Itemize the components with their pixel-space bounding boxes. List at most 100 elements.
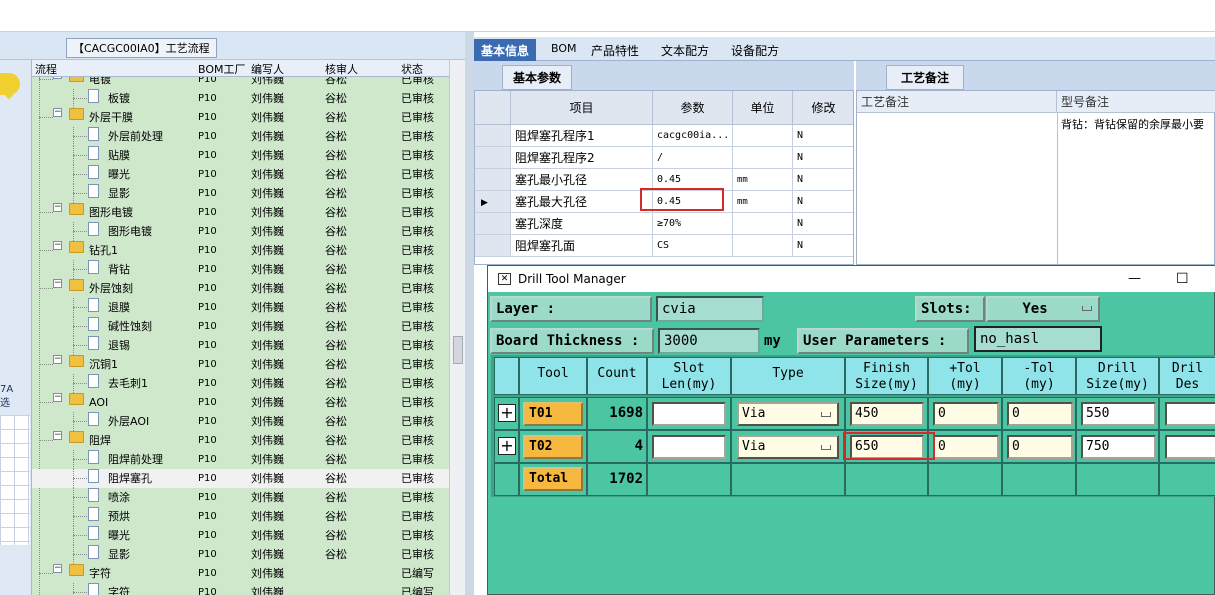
param-modified[interactable]: N [793, 213, 853, 235]
tree-scrollbar[interactable] [449, 60, 465, 595]
user-parameters-button[interactable]: User Parameters : [797, 328, 969, 354]
col-bom[interactable]: BOM工厂 [198, 61, 246, 77]
minus-tol-input[interactable]: 0 [1007, 435, 1073, 459]
param-modified[interactable]: N [793, 169, 853, 191]
slot-len-input[interactable] [652, 435, 726, 459]
tree-row[interactable]: 去毛刺1 P10 刘伟巍 谷松 已审核 [32, 374, 449, 393]
tree-row[interactable]: 退锡 P10 刘伟巍 谷松 已审核 [32, 336, 449, 355]
param-unit[interactable] [733, 235, 793, 257]
board-thickness-field[interactable]: 3000 [658, 328, 760, 354]
tree-row[interactable]: − 图形电镀 P10 刘伟巍 谷松 已审核 [32, 203, 449, 222]
minimize-icon[interactable]: — [1128, 266, 1141, 292]
tree-row[interactable]: 字符 P10 刘伟巍 已编写 [32, 583, 449, 595]
collapse-icon[interactable]: − [53, 77, 62, 79]
tree-row[interactable]: − 外层干膜 P10 刘伟巍 谷松 已审核 [32, 108, 449, 127]
tree-row[interactable]: 板镀 P10 刘伟巍 谷松 已审核 [32, 89, 449, 108]
collapse-icon[interactable]: − [53, 355, 62, 364]
collapse-icon[interactable]: − [53, 393, 62, 402]
tree-row[interactable]: 曝光 P10 刘伟巍 谷松 已审核 [32, 165, 449, 184]
slots-dropdown[interactable]: Yes [986, 296, 1100, 322]
grid-col-unit[interactable]: 单位 [733, 91, 793, 125]
plus-tol-input[interactable]: 0 [933, 435, 999, 459]
col-writer[interactable]: 编写人 [251, 61, 284, 77]
maximize-icon[interactable]: ☐ [1176, 266, 1189, 292]
tab-basic-info[interactable]: 基本信息 [474, 39, 537, 61]
user-parameters-field[interactable]: no_hasl [974, 326, 1102, 352]
param-item[interactable]: 塞孔最大孔径 [511, 191, 653, 213]
process-notes-grid[interactable]: 工艺备注 型号备注 背钻：背钻保留的余厚最小要 [856, 90, 1215, 266]
tab-equipment-recipe[interactable]: 设备配方 [724, 39, 786, 61]
collapse-icon[interactable]: − [53, 108, 62, 117]
collapse-icon[interactable]: − [53, 279, 62, 288]
collapse-icon[interactable]: − [53, 241, 62, 250]
slot-len-input[interactable] [652, 402, 726, 426]
param-modified[interactable]: N [793, 235, 853, 257]
col-flow[interactable]: 流程 [35, 61, 57, 77]
dtm-titlebar[interactable]: ✕ Drill Tool Manager — ☐ [488, 266, 1215, 292]
param-modified[interactable]: N [793, 147, 853, 169]
tree-scrollbar-thumb[interactable] [453, 336, 463, 364]
tree-row[interactable]: 贴膜 P10 刘伟巍 谷松 已审核 [32, 146, 449, 165]
process-tree[interactable]: −电镀P10刘伟巍谷松已审核板镀P10刘伟巍谷松已审核−外层干膜P10刘伟巍谷松… [32, 77, 449, 595]
tab-text-recipe[interactable]: 文本配方 [654, 39, 716, 61]
row-header[interactable] [475, 169, 511, 191]
tool-button[interactable]: T02 [523, 435, 583, 459]
tree-row[interactable]: 预烘 P10 刘伟巍 谷松 已审核 [32, 507, 449, 526]
tree-row[interactable]: 碱性蚀刻 P10 刘伟巍 谷松 已审核 [32, 317, 449, 336]
row-header[interactable] [475, 213, 511, 235]
tab-product-features[interactable]: 产品特性 [584, 39, 646, 61]
notes-col-model[interactable]: 型号备注 [1057, 91, 1215, 113]
tool-button[interactable]: T01 [523, 402, 583, 426]
tree-row[interactable]: − 沉铜1 P10 刘伟巍 谷松 已审核 [32, 355, 449, 374]
param-item[interactable]: 塞孔深度 [511, 213, 653, 235]
tab-process-notes[interactable]: 工艺备注 [886, 65, 965, 90]
plus-icon[interactable]: + [498, 437, 516, 455]
tree-row[interactable]: 图形电镀 P10 刘伟巍 谷松 已审核 [32, 222, 449, 241]
param-unit[interactable] [733, 147, 793, 169]
plus-icon[interactable]: + [498, 404, 516, 422]
row-header[interactable]: ▶ [475, 191, 511, 213]
tab-bom[interactable]: BOM [544, 39, 584, 61]
tree-row[interactable]: 曝光 P10 刘伟巍 谷松 已审核 [32, 526, 449, 545]
tree-row[interactable]: 外层前处理 P10 刘伟巍 谷松 已审核 [32, 127, 449, 146]
collapse-icon[interactable]: − [53, 203, 62, 212]
param-unit[interactable] [733, 125, 793, 147]
drill-desc-input[interactable] [1165, 435, 1215, 459]
type-dropdown[interactable]: Via [737, 435, 839, 459]
grid-col-modified[interactable]: 修改 [793, 91, 853, 125]
layer-field[interactable]: cvia [656, 296, 764, 322]
tab-basic-params[interactable]: 基本参数 [502, 65, 573, 90]
param-value[interactable]: CS [653, 235, 733, 257]
notes-col-process[interactable]: 工艺备注 [857, 91, 1057, 113]
grid-col-item[interactable]: 项目 [511, 91, 653, 125]
tree-row[interactable]: 背钻 P10 刘伟巍 谷松 已审核 [32, 260, 449, 279]
tree-row[interactable]: − 电镀 P10 刘伟巍 谷松 已审核 [32, 77, 449, 89]
panel-splitter[interactable] [465, 32, 474, 595]
param-item[interactable]: 塞孔最小孔径 [511, 169, 653, 191]
type-dropdown[interactable]: Via [737, 402, 839, 426]
param-value[interactable]: / [653, 147, 733, 169]
row-header[interactable] [475, 147, 511, 169]
param-modified[interactable]: N [793, 125, 853, 147]
param-item[interactable]: 阻焊塞孔面 [511, 235, 653, 257]
tree-row[interactable]: 显影 P10 刘伟巍 谷松 已审核 [32, 184, 449, 203]
param-item[interactable]: 阻焊塞孔程序2 [511, 147, 653, 169]
collapse-icon[interactable]: − [53, 564, 62, 573]
tree-row[interactable]: 退膜 P10 刘伟巍 谷松 已审核 [32, 298, 449, 317]
tree-row[interactable]: 外层AOI P10 刘伟巍 谷松 已审核 [32, 412, 449, 431]
basic-params-grid[interactable]: 项目 参数 单位 修改 阻焊塞孔程序1 cacgc00ia... N 阻焊塞孔程序2/… [474, 90, 854, 265]
tree-row[interactable]: − 字符 P10 刘伟巍 已编写 [32, 564, 449, 583]
tree-row[interactable]: − AOI P10 刘伟巍 谷松 已审核 [32, 393, 449, 412]
drill-desc-input[interactable] [1165, 402, 1215, 426]
finish-size-input[interactable]: 450 [850, 402, 924, 426]
minus-tol-input[interactable]: 0 [1007, 402, 1073, 426]
tree-row[interactable]: 显影 P10 刘伟巍 谷松 已审核 [32, 545, 449, 564]
param-value[interactable]: ≥70% [653, 213, 733, 235]
drill-size-input[interactable]: 750 [1081, 435, 1156, 459]
tree-row[interactable]: − 外层蚀刻 P10 刘伟巍 谷松 已审核 [32, 279, 449, 298]
param-modified[interactable]: N [793, 191, 853, 213]
tree-row[interactable]: − 钻孔1 P10 刘伟巍 谷松 已审核 [32, 241, 449, 260]
grid-col-param[interactable]: 参数 [653, 91, 733, 125]
plus-tol-input[interactable]: 0 [933, 402, 999, 426]
drill-size-input[interactable]: 550 [1081, 402, 1156, 426]
